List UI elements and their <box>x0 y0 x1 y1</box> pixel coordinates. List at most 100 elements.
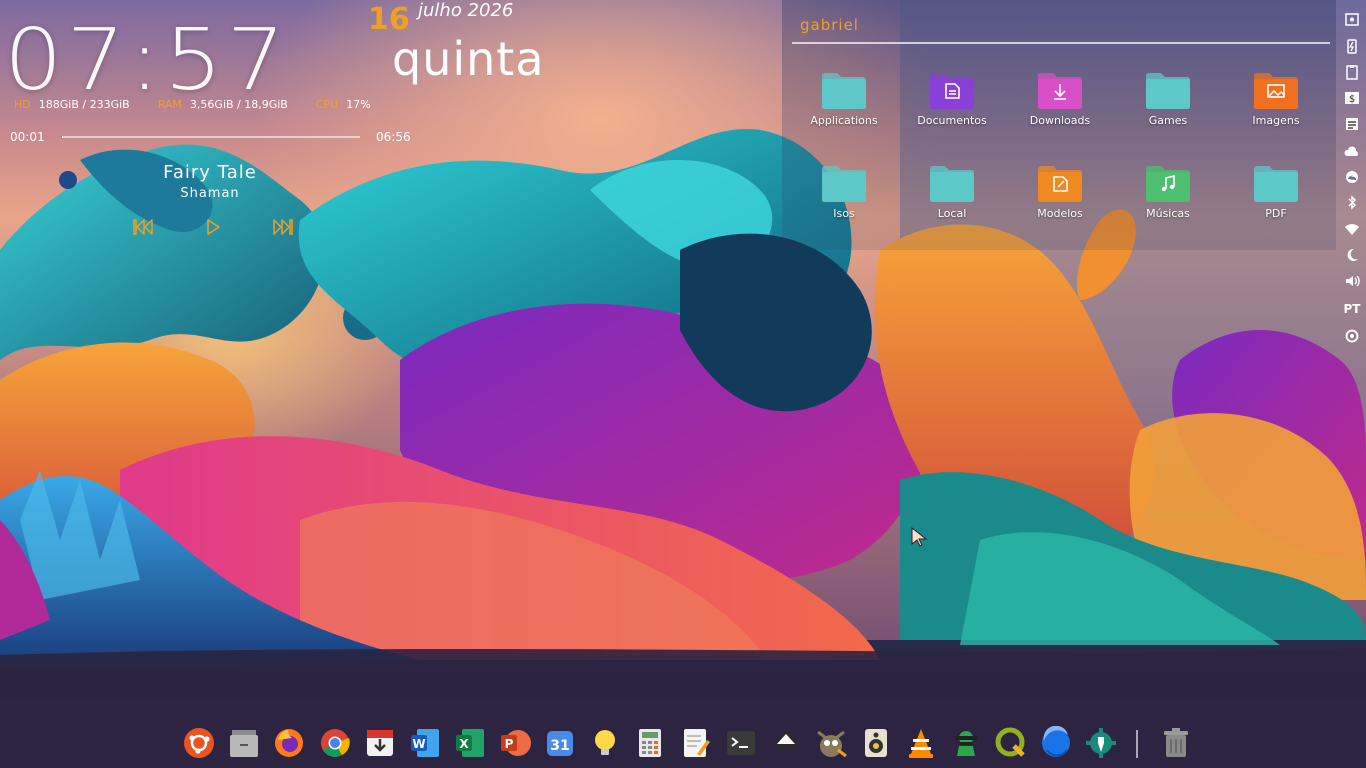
dock-qgis-launcher[interactable] <box>994 726 1028 760</box>
folder-icon <box>1145 72 1191 110</box>
power-tray-button[interactable] <box>1343 327 1361 345</box>
media-total-time: 06:56 <box>376 130 411 144</box>
system-stats: HD 188GiB / 233GiB RAM 3,56GiB / 18,9GiB C… <box>14 98 389 111</box>
clock-weekday: quinta <box>392 32 545 86</box>
wifi-icon <box>1345 224 1359 235</box>
dock-word-launcher[interactable]: W <box>408 726 442 760</box>
downloader-icon <box>367 730 393 756</box>
dock-text-editor-launcher[interactable] <box>679 726 713 760</box>
dock-firefox-launcher[interactable] <box>272 726 306 760</box>
notes-tray-button[interactable] <box>1343 115 1361 133</box>
currency-tray-button[interactable]: $ <box>1343 89 1361 107</box>
previous-track-button[interactable] <box>132 216 154 238</box>
inkscape-icon <box>772 729 800 754</box>
downloads-folder-icon <box>1037 72 1083 110</box>
bluetooth-tray-button[interactable] <box>1343 194 1361 212</box>
wifi-tray-button[interactable] <box>1343 220 1361 238</box>
skip-forward-icon <box>273 219 293 235</box>
clock-month-year: julho 2026 <box>418 0 514 21</box>
weather-tray-button[interactable] <box>1343 168 1361 186</box>
terminal-icon <box>727 731 755 755</box>
clipboard-tray-button[interactable] <box>1343 63 1361 81</box>
folder-label: Imagens <box>1252 114 1300 127</box>
templates-folder-icon <box>1037 165 1083 203</box>
vlc-icon <box>909 729 933 758</box>
hacker-icon <box>955 731 977 756</box>
media-track-title: Fairy Tale <box>163 162 257 183</box>
word-icon: W <box>411 729 439 757</box>
dock-gimp-launcher[interactable] <box>814 726 848 760</box>
folder-isos[interactable]: Isos <box>799 165 889 220</box>
weather-icon <box>1346 171 1358 183</box>
folder-label: Local <box>937 207 967 220</box>
night-mode-icon <box>1347 248 1358 261</box>
dock-hacker-launcher[interactable] <box>949 726 983 760</box>
ubuntu-icon <box>184 728 214 758</box>
folder-local[interactable]: Local <box>907 165 997 220</box>
cloud-tray-button[interactable] <box>1343 143 1361 161</box>
trash-icon <box>1164 728 1188 757</box>
folder-applications[interactable]: Applications <box>799 72 889 127</box>
powerpoint-icon: P <box>501 730 531 756</box>
dock-calculator-launcher[interactable] <box>633 726 667 760</box>
dock-calendar-launcher[interactable]: 31 <box>543 726 577 760</box>
dock-chrome-launcher[interactable] <box>318 726 352 760</box>
dock-ubuntu-launcher[interactable] <box>182 726 216 760</box>
clipboard-icon <box>1346 65 1358 80</box>
ram-value: 3,56GiB / 18,9GiB <box>189 98 288 111</box>
folder-label: Games <box>1148 114 1188 127</box>
notes-icon <box>1346 118 1358 130</box>
battery-charging-icon <box>1347 39 1357 54</box>
svg-text:31: 31 <box>550 738 569 754</box>
folder-label: Applications <box>810 114 878 127</box>
cloud-icon <box>1344 146 1358 156</box>
dock-excel-launcher[interactable]: X <box>453 726 487 760</box>
calendar-icon: 31 <box>547 731 573 756</box>
next-track-button[interactable] <box>272 216 294 238</box>
ram-label: RAM <box>157 98 182 111</box>
folder-documentos[interactable]: Documentos <box>907 72 997 127</box>
dock-downloader-launcher[interactable] <box>363 726 397 760</box>
play-icon <box>207 219 220 235</box>
language-indicator[interactable]: PT <box>1343 300 1361 318</box>
dock-speaker-launcher[interactable] <box>859 726 893 760</box>
folder-icon <box>821 165 867 203</box>
folder-musicas[interactable]: Músicas <box>1123 165 1213 220</box>
cpu-label: CPU <box>315 98 339 111</box>
images-folder-icon <box>1253 72 1299 110</box>
speaker-icon <box>865 729 887 757</box>
dock-powerpoint-launcher[interactable]: P <box>498 726 532 760</box>
dock-files-launcher[interactable] <box>227 726 261 760</box>
media-progress-fill <box>62 136 63 138</box>
folder-imagens[interactable]: Imagens <box>1231 72 1321 127</box>
night-mode-tray-button[interactable] <box>1343 246 1361 264</box>
play-button[interactable] <box>202 216 224 238</box>
dock-vlc-launcher[interactable] <box>904 726 938 760</box>
hd-label: HD <box>14 98 31 111</box>
battery-charging-tray-button[interactable] <box>1343 37 1361 55</box>
folder-label: Downloads <box>1029 114 1091 127</box>
power-icon <box>1345 329 1359 343</box>
panel-username: gabriel <box>800 16 859 34</box>
folder-pdf[interactable]: PDF <box>1231 165 1321 220</box>
folder-modelos[interactable]: Modelos <box>1015 165 1105 220</box>
mouse-pointer-icon <box>910 526 928 552</box>
volume-tray-button[interactable] <box>1343 272 1361 290</box>
dock-trash-launcher[interactable] <box>1159 726 1193 760</box>
folder-icon <box>1253 165 1299 203</box>
folder-games[interactable]: Games <box>1123 72 1213 127</box>
media-progress-bar[interactable] <box>62 136 360 138</box>
dock-lightbulb-launcher[interactable] <box>588 726 622 760</box>
folder-label: Modelos <box>1037 207 1083 220</box>
screenshot-tray-button[interactable] <box>1343 11 1361 29</box>
dock-terminal-launcher[interactable] <box>724 726 758 760</box>
firefox-icon <box>275 729 303 757</box>
dock-earth-launcher[interactable] <box>1039 725 1073 760</box>
skip-back-icon <box>133 219 153 235</box>
dock-inkscape-launcher[interactable] <box>769 726 803 760</box>
volume-icon <box>1346 275 1360 287</box>
folder-icon <box>821 72 867 110</box>
folder-downloads[interactable]: Downloads <box>1015 72 1105 127</box>
excel-icon: X <box>456 729 484 757</box>
dock-settings-tool-launcher[interactable] <box>1084 726 1118 760</box>
